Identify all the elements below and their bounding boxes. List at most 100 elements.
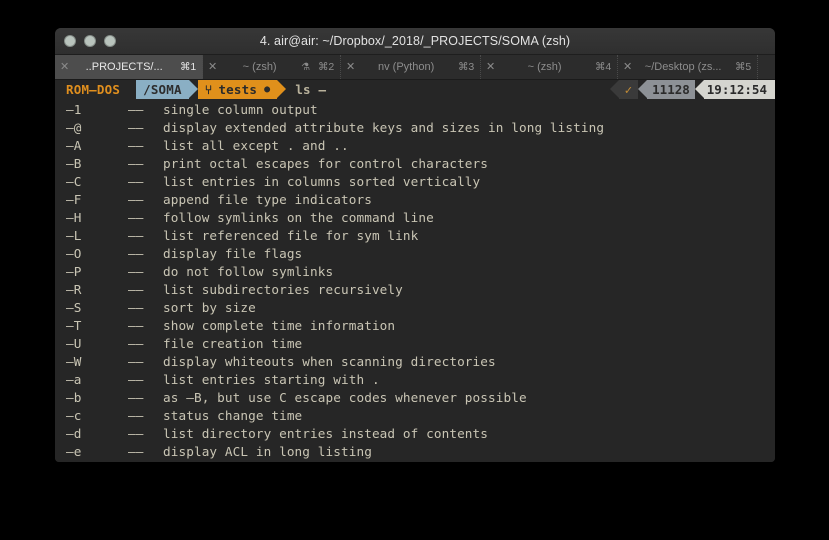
output-line: —e —— display ACL in long listing [55,443,775,461]
output-line: —B —— print octal escapes for control char… [55,155,775,173]
output-flag: —P [66,264,82,279]
tab-home-zsh-2[interactable]: ✕ ~ (zsh) ⚗ ⌘2 [203,55,341,79]
output-line: —C —— list entries in columns sorted verti… [55,173,775,191]
output-line: —d —— list directory entries instead of co… [55,425,775,443]
output-description: append file type indicators [163,192,372,207]
tab-projects-soma[interactable]: ✕ ..PROJECTS/... ⌘1 [55,55,203,79]
output-flag: —1 [66,102,82,117]
prompt-separator-icon [694,80,704,98]
tab-bar: ✕ ..PROJECTS/... ⌘1 ✕ ~ (zsh) ⚗ ⌘2 ✕ nv … [55,55,775,80]
git-branch-label: tests [218,82,258,97]
output-flag: —@ [66,120,82,135]
output-line: —A —— list all except . and .. [55,137,775,155]
activity-icon: ⚗ [301,61,311,73]
output-line: —O —— display file flags [55,245,775,263]
output-flag: —c [66,408,82,423]
terminal-body[interactable]: ROM—DOS /SOMA ⑂ tests ● ls — ✓ 11128 19:… [55,80,775,462]
close-icon[interactable]: ✕ [346,61,355,73]
tab-bar-filler [758,55,775,79]
output-line: —F —— append file type indicators [55,191,775,209]
output-line: —T —— show complete time information [55,317,775,335]
output-dash: —— [128,264,144,279]
output-flag: —U [66,336,82,351]
tab-label: nv (Python) [378,61,435,73]
window-title: 4. air@air: ~/Dropbox/_2018/_PROJECTS/SO… [259,34,571,48]
output-line: —H —— follow symlinks on the command line [55,209,775,227]
tab-label: ~ (zsh) [242,61,277,73]
tab-desktop-zsh[interactable]: ✕ ~/Desktop (zs... ⌘5 [618,55,758,79]
close-icon[interactable]: ✕ [623,61,632,73]
desktop-backdrop: 4. air@air: ~/Dropbox/_2018/_PROJECTS/SO… [0,0,829,540]
close-button[interactable] [64,35,76,47]
prompt-separator-icon [277,80,287,98]
tab-label: ..PROJECTS/... [85,61,163,73]
output-line: —a —— list entries starting with . [55,371,775,389]
tab-shortcut: ⌘4 [595,61,611,73]
output-description: display extended attribute keys and size… [163,120,605,135]
tab-shortcut: ⌘2 [318,61,334,73]
output-dash: —— [128,210,144,225]
output-dash: —— [128,372,144,387]
output-flag: —e [66,444,82,459]
output-dash: —— [128,138,144,153]
tab-label: ~/Desktop (zs... [644,61,722,73]
output-description: do not follow symlinks [163,264,334,279]
output-dash: —— [128,102,144,117]
tab-shortcut: ⌘3 [458,61,474,73]
prompt-user-segment: ROM—DOS [55,80,128,99]
output-line: —c —— status change time [55,407,775,425]
prompt-separator-icon [188,80,198,98]
zoom-button[interactable] [104,35,116,47]
output-description: list all except . and .. [163,138,349,153]
output-dash: —— [128,336,144,351]
output-description: status change time [163,408,303,423]
output-flag: —b [66,390,82,405]
tab-home-zsh-4[interactable]: ✕ ~ (zsh) ⌘4 [481,55,618,79]
tab-shortcut: ⌘5 [735,61,751,73]
output-line: —b —— as —B, but use C escape codes whenev… [55,389,775,407]
window-titlebar[interactable]: 4. air@air: ~/Dropbox/_2018/_PROJECTS/SO… [55,28,775,55]
output-description: list referenced file for sym link [163,228,419,243]
output-dash: —— [128,354,144,369]
prompt-separator-icon [127,80,137,98]
output-dash: —— [128,228,144,243]
output-line: —P —— do not follow symlinks [55,263,775,281]
tab-nv-python[interactable]: ✕ nv (Python) ⌘3 [341,55,481,79]
output-flag: —T [66,318,82,333]
output-dash: —— [128,192,144,207]
output-line: —R —— list subdirectories recursively [55,281,775,299]
output-description: show complete time information [163,318,396,333]
output-flag: —W [66,354,82,369]
output-description: print octal escapes for control characte… [163,156,489,171]
prompt-history-count: 11128 [647,80,695,99]
output-description: sort by size [163,300,256,315]
tab-label: ~ (zsh) [527,61,562,73]
prompt-exit-status-icon: ✓ [618,80,639,99]
output-line: —S —— sort by size [55,299,775,317]
prompt-git-segment: ⑂ tests ● [197,80,278,99]
close-icon[interactable]: ✕ [60,61,69,73]
window-controls [55,35,116,47]
output-line: —1 —— single column output [55,101,775,119]
output-flag: —B [66,156,82,171]
output-dash: —— [128,156,144,171]
output-flag: —C [66,174,82,189]
close-icon[interactable]: ✕ [208,61,217,73]
output-flag: —A [66,138,82,153]
git-branch-icon: ⑂ [204,82,213,97]
output-dash: —— [128,408,144,423]
output-flag: —a [66,372,82,387]
output-line: —U —— file creation time [55,335,775,353]
output-flag: —H [66,210,82,225]
output-line: —@ —— display extended attribute keys and … [55,119,775,137]
output-description: list entries in columns sorted verticall… [163,174,481,189]
output-dash: —— [128,174,144,189]
output-flag: —F [66,192,82,207]
output-flag: —R [66,282,82,297]
output-description: display ACL in long listing [163,444,372,459]
close-icon[interactable]: ✕ [486,61,495,73]
minimize-button[interactable] [84,35,96,47]
output-description: list subdirectories recursively [163,282,403,297]
output-description: display whiteouts when scanning director… [163,354,496,369]
terminal-window[interactable]: 4. air@air: ~/Dropbox/_2018/_PROJECTS/SO… [55,28,775,462]
